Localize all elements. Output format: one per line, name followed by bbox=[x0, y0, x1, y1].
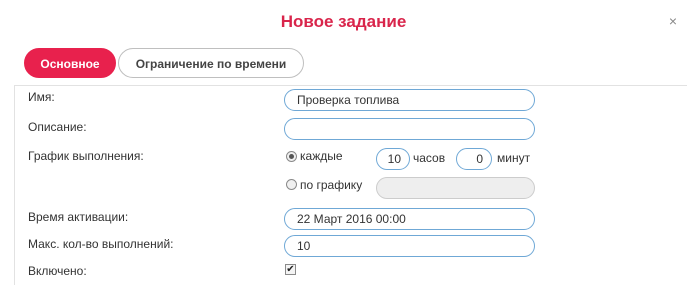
activation-time-input[interactable] bbox=[284, 208, 535, 230]
minutes-input[interactable] bbox=[456, 148, 492, 170]
tab-time-limit[interactable]: Ограничение по времени bbox=[118, 48, 304, 78]
left-border bbox=[14, 85, 15, 285]
dialog-title: Новое задание bbox=[280, 12, 407, 31]
minutes-unit: минут bbox=[497, 151, 531, 165]
radio-by-schedule-label: по графику bbox=[300, 178, 363, 192]
divider bbox=[14, 85, 687, 86]
close-icon[interactable]: × bbox=[669, 14, 677, 28]
schedule-label: График выполнения: bbox=[28, 149, 144, 163]
tab-main[interactable]: Основное bbox=[24, 48, 116, 78]
name-label: Имя: bbox=[28, 90, 55, 104]
schedule-input[interactable] bbox=[376, 177, 535, 199]
radio-every[interactable] bbox=[286, 151, 297, 162]
description-input[interactable] bbox=[284, 118, 535, 140]
hours-unit: часов bbox=[413, 151, 446, 165]
activation-time-label: Время активации: bbox=[28, 210, 129, 224]
name-input[interactable] bbox=[284, 89, 535, 111]
radio-by-schedule[interactable] bbox=[286, 179, 297, 190]
max-executions-label: Макс. кол-во выполнений: bbox=[28, 237, 174, 251]
max-executions-input[interactable] bbox=[284, 235, 535, 257]
enabled-checkbox[interactable]: ✔ bbox=[285, 264, 296, 275]
hours-input[interactable] bbox=[376, 148, 410, 170]
description-label: Описание: bbox=[28, 120, 87, 134]
enabled-label: Включено: bbox=[28, 264, 87, 278]
radio-every-label: каждые bbox=[300, 149, 343, 163]
